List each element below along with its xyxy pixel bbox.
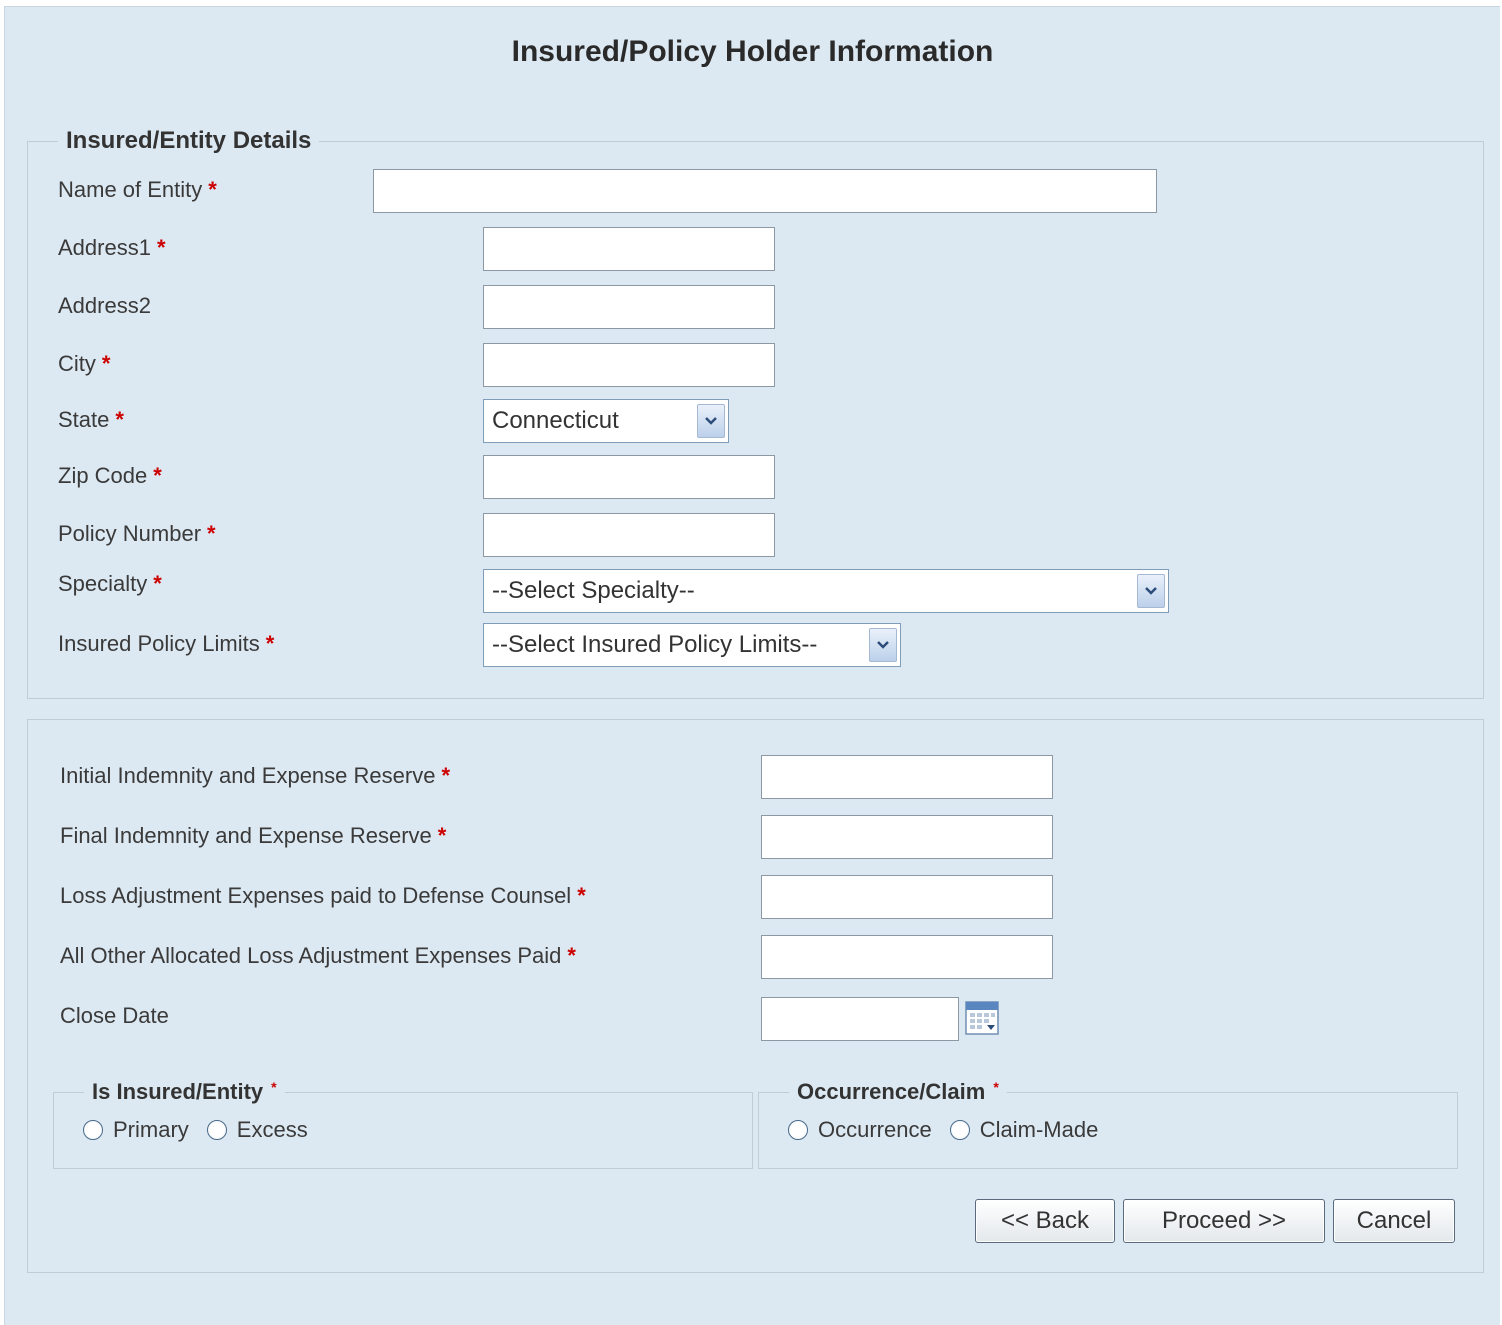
final-reserve-label: Final Indemnity and Expense Reserve * [60,823,447,848]
specialty-label: Specialty * [58,571,162,596]
occurrence-radio-label: Occurrence [818,1117,932,1142]
state-label: State * [58,407,124,432]
cancel-button[interactable]: Cancel [1333,1199,1455,1243]
entity-details-legend: Insured/Entity Details [66,127,312,154]
policy-number-input[interactable] [483,513,775,557]
page-title: Insured/Policy Holder Information [511,35,994,68]
chevron-down-icon[interactable] [1137,574,1165,608]
excess-radio[interactable] [206,1120,227,1140]
zip-code-input[interactable] [483,455,775,499]
policy-number-label: Policy Number * [58,521,216,546]
city-input[interactable] [483,343,775,387]
address1-label: Address1 * [58,235,166,260]
occurrence-claim-options: Occurrence Claim-Made [788,1117,1098,1143]
final-reserve-input[interactable] [761,815,1053,859]
name-of-entity-input[interactable] [373,169,1157,213]
calendar-icon[interactable] [965,1001,999,1035]
chevron-down-icon[interactable] [869,628,897,662]
zip-code-label: Zip Code * [58,463,162,488]
policy-limits-select-value: --Select Insured Policy Limits-- [492,631,818,658]
back-button[interactable]: << Back [975,1199,1115,1243]
primary-radio[interactable] [83,1120,103,1140]
name-of-entity-label: Name of Entity * [58,177,217,202]
city-label: City * [58,351,111,376]
primary-radio-label: Primary [113,1117,189,1142]
policy-limits-label: Insured Policy Limits * [58,631,275,656]
loss-adj-defense-label: Loss Adjustment Expenses paid to Defense… [60,883,586,908]
initial-reserve-label: Initial Indemnity and Expense Reserve * [60,763,450,788]
specialty-select-value: --Select Specialty-- [492,577,695,604]
address1-input[interactable] [483,227,775,271]
initial-reserve-input[interactable] [761,755,1053,799]
reserve-section [27,719,1484,1273]
claim-made-radio[interactable] [949,1120,970,1140]
specialty-select[interactable]: --Select Specialty-- [483,569,1169,613]
policy-limits-select[interactable]: --Select Insured Policy Limits-- [483,623,901,667]
form-panel: Insured/Policy Holder Information Insure… [4,6,1500,1325]
other-loss-adj-input[interactable] [761,935,1053,979]
occurrence-claim-legend: Occurrence/Claim * [797,1079,999,1104]
proceed-button[interactable]: Proceed >> [1123,1199,1325,1243]
insured-type-legend: Is Insured/Entity * [92,1079,277,1104]
address2-label: Address2 [58,293,151,318]
close-date-input[interactable] [761,997,959,1041]
excess-radio-label: Excess [236,1117,308,1142]
claim-made-radio-label: Claim-Made [979,1117,1099,1142]
state-select-value: Connecticut [492,407,619,434]
loss-adj-defense-input[interactable] [761,875,1053,919]
chevron-down-icon[interactable] [697,404,725,438]
insured-type-options: Primary Excess [83,1117,308,1143]
address2-input[interactable] [483,285,775,329]
occurrence-radio[interactable] [788,1120,808,1140]
state-select[interactable]: Connecticut [483,399,729,443]
close-date-label: Close Date [60,1003,169,1028]
other-loss-adj-label: All Other Allocated Loss Adjustment Expe… [60,943,576,968]
